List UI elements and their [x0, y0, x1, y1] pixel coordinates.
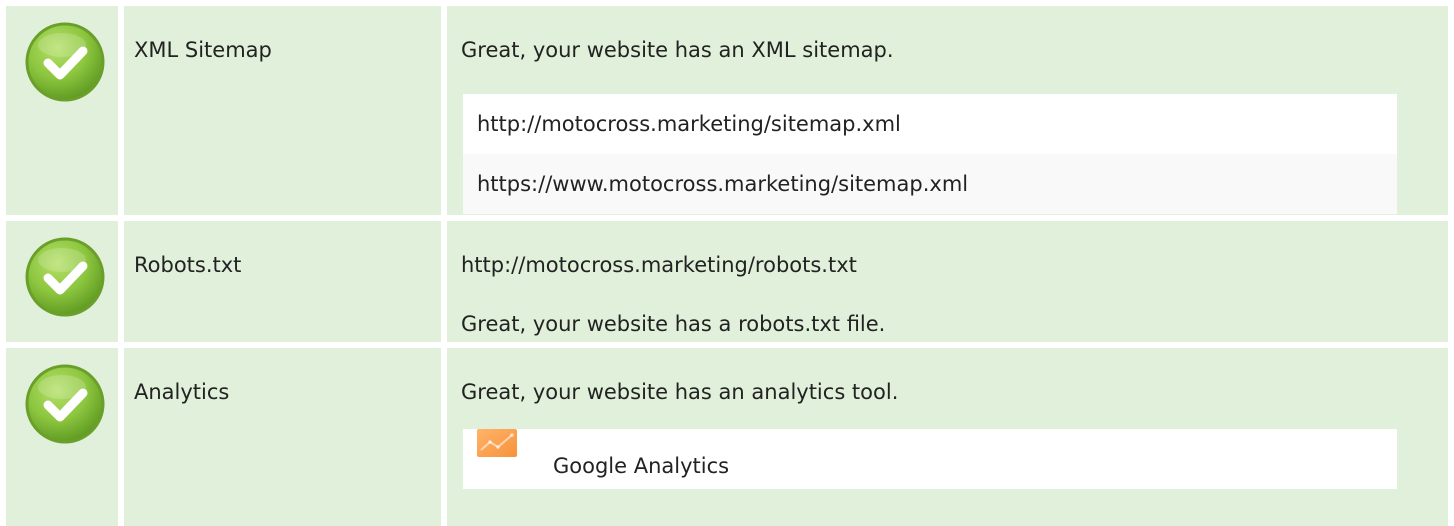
- check-name: Robots.txt: [134, 253, 242, 277]
- check-message: Great, your website has a robots.txt fil…: [461, 312, 886, 336]
- check-name: Analytics: [134, 380, 230, 404]
- google-analytics-icon: [477, 429, 517, 457]
- check-message: Great, your website has an analytics too…: [461, 380, 899, 404]
- sitemap-url: https://www.motocross.marketing/sitemap.…: [463, 154, 1397, 214]
- check-row-xml-sitemap: XML Sitemap Great, your website has an X…: [0, 6, 1454, 215]
- sitemap-url: http://motocross.marketing/sitemap.xml: [463, 94, 1397, 154]
- analytics-tool-name: Google Analytics: [553, 454, 730, 478]
- check-detail-cell: http://motocross.marketing/robots.txt Gr…: [447, 221, 1448, 342]
- check-row-robots-txt: Robots.txt http://motocross.marketing/ro…: [0, 221, 1454, 342]
- seo-checks-table: XML Sitemap Great, your website has an X…: [0, 0, 1454, 526]
- sitemap-url-list: http://motocross.marketing/sitemap.xml h…: [463, 94, 1397, 214]
- check-message: Great, your website has an XML sitemap.: [461, 38, 894, 62]
- analytics-tool-box: Google Analytics: [463, 429, 1397, 489]
- check-name: XML Sitemap: [134, 38, 272, 62]
- check-row-analytics: Analytics Great, your website has an ana…: [0, 348, 1454, 526]
- check-name-cell: Robots.txt: [124, 221, 441, 342]
- status-cell: [6, 221, 118, 342]
- check-name-cell: Analytics: [124, 348, 441, 526]
- check-name-cell: XML Sitemap: [124, 6, 441, 215]
- check-detail-cell: Great, your website has an analytics too…: [447, 348, 1448, 526]
- check-circle-icon: [25, 22, 105, 102]
- check-detail-cell: Great, your website has an XML sitemap. …: [447, 6, 1448, 215]
- check-circle-icon: [25, 364, 105, 444]
- status-cell: [6, 348, 118, 526]
- robots-txt-url: http://motocross.marketing/robots.txt: [461, 253, 857, 277]
- check-circle-icon: [25, 237, 105, 317]
- status-cell: [6, 6, 118, 215]
